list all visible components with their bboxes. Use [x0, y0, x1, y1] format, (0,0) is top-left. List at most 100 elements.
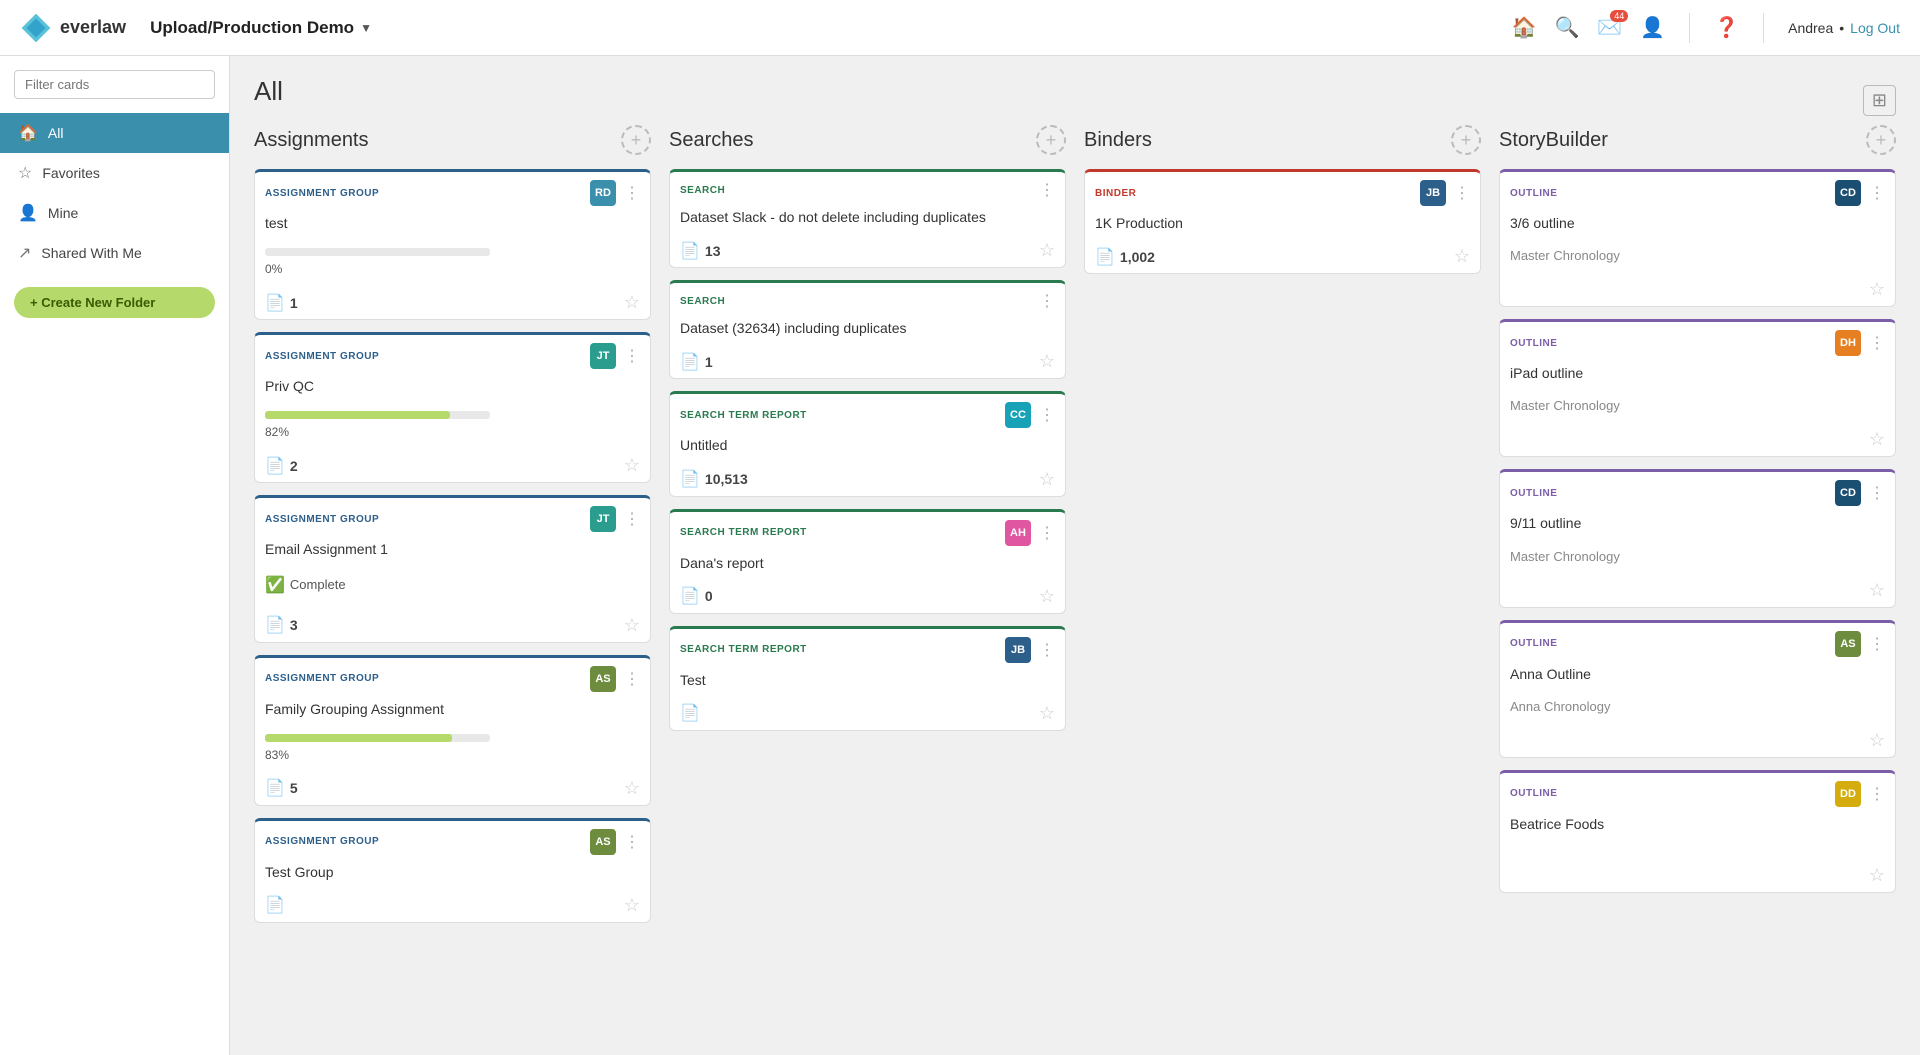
- add-assignments-button[interactable]: +: [621, 125, 651, 155]
- favorite-star[interactable]: ☆: [1039, 469, 1055, 490]
- favorite-star[interactable]: ☆: [1869, 429, 1885, 450]
- card-name: Test Group: [255, 861, 650, 889]
- count-value: 5: [290, 780, 298, 796]
- card-menu-button[interactable]: ⋮: [624, 509, 640, 529]
- favorite-star[interactable]: ☆: [1039, 240, 1055, 261]
- card-menu-button[interactable]: ⋮: [624, 669, 640, 689]
- card-binders-0[interactable]: BINDERJB⋮1K Production📄1,002☆: [1084, 169, 1481, 274]
- card-menu-button[interactable]: ⋮: [624, 346, 640, 366]
- card-searches-1[interactable]: SEARCH⋮Dataset (32634) including duplica…: [669, 280, 1066, 379]
- card-header: OUTLINEAS⋮: [1500, 623, 1895, 663]
- card-storybuilder-0[interactable]: OUTLINECD⋮3/6 outlineMaster Chronology☆: [1499, 169, 1896, 307]
- card-assignments-2[interactable]: ASSIGNMENT GROUPJT⋮Email Assignment 1✅Co…: [254, 495, 651, 642]
- card-searches-0[interactable]: SEARCH⋮Dataset Slack - do not delete inc…: [669, 169, 1066, 268]
- favorite-star[interactable]: ☆: [1039, 703, 1055, 724]
- sidebar-item-shared[interactable]: ↗ Shared With Me: [0, 233, 229, 273]
- card-menu-button[interactable]: ⋮: [1039, 405, 1055, 425]
- card-menu-button[interactable]: ⋮: [624, 183, 640, 203]
- card-menu-button[interactable]: ⋮: [1039, 523, 1055, 543]
- card-menu-button[interactable]: ⋮: [1039, 640, 1055, 660]
- add-storybuilder-button[interactable]: +: [1866, 125, 1896, 155]
- card-storybuilder-3[interactable]: OUTLINEAS⋮Anna OutlineAnna Chronology☆: [1499, 620, 1896, 758]
- card-storybuilder-1[interactable]: OUTLINEDH⋮iPad outlineMaster Chronology☆: [1499, 319, 1896, 457]
- card-header: SEARCH TERM REPORTJB⋮: [670, 629, 1065, 669]
- card-assignments-1[interactable]: ASSIGNMENT GROUPJT⋮Priv QC82%📄2☆: [254, 332, 651, 483]
- sidebar-item-all[interactable]: 🏠 All: [0, 113, 229, 153]
- favorite-star[interactable]: ☆: [1039, 586, 1055, 607]
- column-title-assignments: Assignments: [254, 129, 369, 152]
- card-name: 3/6 outline: [1500, 212, 1895, 240]
- document-icon: 📄: [680, 586, 700, 606]
- card-avatar: AS: [590, 829, 616, 855]
- card-assignments-0[interactable]: ASSIGNMENT GROUPRD⋮test0%📄1☆: [254, 169, 651, 320]
- favorite-star[interactable]: ☆: [1869, 580, 1885, 601]
- card-footer: 📄5☆: [255, 772, 650, 805]
- card-count: 📄3: [265, 615, 298, 635]
- card-storybuilder-4[interactable]: OUTLINEDD⋮Beatrice Foods☆: [1499, 770, 1896, 893]
- favorite-star[interactable]: ☆: [624, 455, 640, 476]
- card-searches-4[interactable]: SEARCH TERM REPORTJB⋮Test📄☆: [669, 626, 1066, 731]
- card-name: Dataset (32634) including duplicates: [670, 317, 1065, 345]
- add-searches-button[interactable]: +: [1036, 125, 1066, 155]
- column-binders: Binders+BINDERJB⋮1K Production📄1,002☆: [1084, 125, 1481, 935]
- card-searches-3[interactable]: SEARCH TERM REPORTAH⋮Dana's report📄0☆: [669, 509, 1066, 614]
- card-menu-button[interactable]: ⋮: [1869, 784, 1885, 804]
- notifications-icon[interactable]: ✉️ 44: [1597, 15, 1622, 40]
- card-body: Anna Chronology: [1500, 691, 1895, 724]
- favorite-star[interactable]: ☆: [1454, 246, 1470, 267]
- card-menu-button[interactable]: ⋮: [1869, 183, 1885, 203]
- card-searches-2[interactable]: SEARCH TERM REPORTCC⋮Untitled📄10,513☆: [669, 391, 1066, 496]
- project-selector[interactable]: Upload/Production Demo ▼: [150, 18, 372, 38]
- card-name: iPad outline: [1500, 362, 1895, 390]
- card-menu-button[interactable]: ⋮: [1869, 483, 1885, 503]
- card-type-label: OUTLINE: [1510, 188, 1557, 199]
- user-name: Andrea: [1788, 20, 1833, 36]
- search-icon[interactable]: 🔍: [1554, 15, 1579, 40]
- users-icon[interactable]: 👤: [1640, 15, 1665, 40]
- card-count: 📄2: [265, 456, 298, 476]
- count-value: 13: [705, 243, 721, 259]
- card-name: Test: [670, 669, 1065, 697]
- favorite-star[interactable]: ☆: [624, 895, 640, 916]
- card-menu-button[interactable]: ⋮: [1869, 634, 1885, 654]
- progress-label: 82%: [265, 425, 640, 439]
- card-menu-button[interactable]: ⋮: [1454, 183, 1470, 203]
- favorite-star[interactable]: ☆: [1869, 730, 1885, 751]
- home-icon[interactable]: 🏠: [1512, 15, 1537, 40]
- logout-link[interactable]: Log Out: [1850, 20, 1900, 36]
- help-icon[interactable]: ❓: [1714, 15, 1739, 40]
- filter-input[interactable]: [14, 70, 215, 99]
- column-storybuilder: StoryBuilder+OUTLINECD⋮3/6 outlineMaster…: [1499, 125, 1896, 935]
- view-toggle-button[interactable]: ⊞: [1863, 85, 1896, 116]
- favorite-star[interactable]: ☆: [624, 292, 640, 313]
- card-assignments-3[interactable]: ASSIGNMENT GROUPAS⋮Family Grouping Assig…: [254, 655, 651, 806]
- favorite-star[interactable]: ☆: [624, 778, 640, 799]
- card-menu-button[interactable]: ⋮: [1869, 333, 1885, 353]
- favorite-star[interactable]: ☆: [1039, 351, 1055, 372]
- column-header-assignments: Assignments +: [254, 125, 651, 155]
- card-menu-button[interactable]: ⋮: [1039, 291, 1055, 311]
- card-footer: 📄1☆: [670, 345, 1065, 378]
- chevron-down-icon: ▼: [360, 21, 372, 35]
- add-binders-button[interactable]: +: [1451, 125, 1481, 155]
- favorite-star[interactable]: ☆: [624, 615, 640, 636]
- create-folder-button[interactable]: + Create New Folder: [14, 287, 215, 318]
- sidebar: 🏠 All ☆ Favorites 👤 Mine ↗ Shared With M…: [0, 56, 230, 1055]
- card-name: Priv QC: [255, 375, 650, 403]
- card-menu-button[interactable]: ⋮: [624, 832, 640, 852]
- favorite-star[interactable]: ☆: [1869, 279, 1885, 300]
- card-name: Untitled: [670, 434, 1065, 462]
- count-value: 1,002: [1120, 249, 1155, 265]
- card-menu-button[interactable]: ⋮: [1039, 180, 1055, 200]
- card-storybuilder-2[interactable]: OUTLINECD⋮9/11 outlineMaster Chronology☆: [1499, 469, 1896, 607]
- card-header: OUTLINECD⋮: [1500, 472, 1895, 512]
- card-avatar: JT: [590, 506, 616, 532]
- sidebar-item-mine[interactable]: 👤 Mine: [0, 193, 229, 233]
- card-avatar: JB: [1005, 637, 1031, 663]
- sidebar-item-favorites[interactable]: ☆ Favorites: [0, 153, 229, 193]
- card-footer: 📄1☆: [255, 286, 650, 319]
- card-body: 82%: [255, 403, 650, 449]
- card-assignments-4[interactable]: ASSIGNMENT GROUPAS⋮Test Group📄☆: [254, 818, 651, 923]
- card-footer: 📄3 ☆: [255, 609, 650, 642]
- favorite-star[interactable]: ☆: [1869, 865, 1885, 886]
